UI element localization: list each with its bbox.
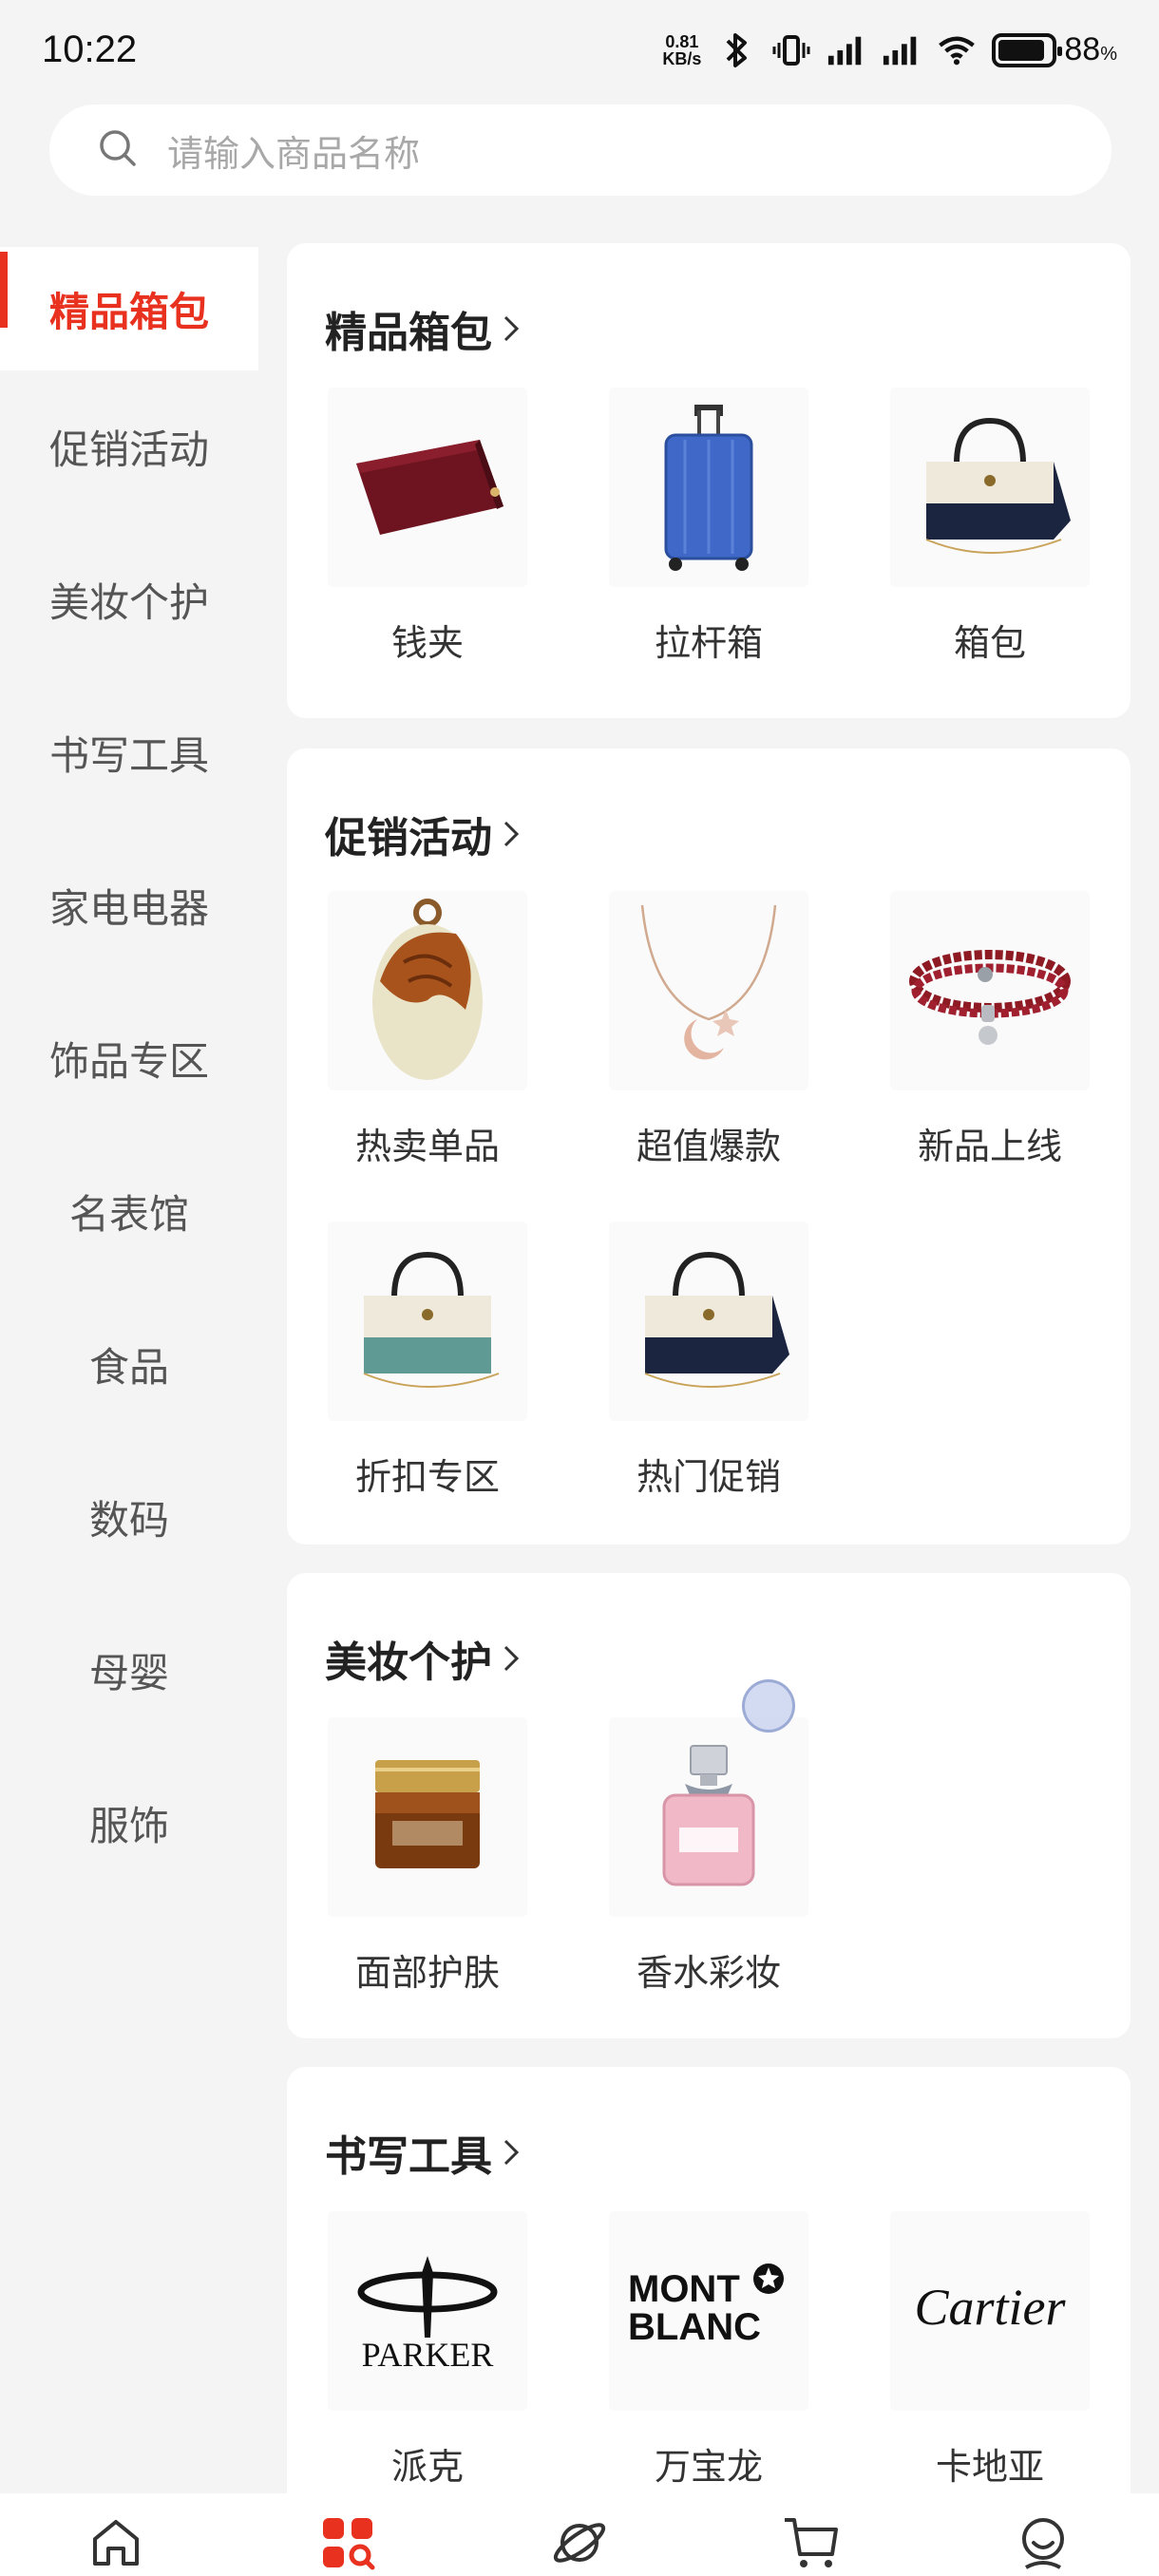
chevron-right-icon (504, 2139, 520, 2166)
status-time: 10:22 (42, 28, 138, 70)
section-card-bags: 精品箱包 钱夹 拉杆箱 箱包 (287, 243, 1130, 718)
section-card-promotions: 促销活动 热卖单品 超值爆款 新品上线 折扣专区 热门促销 (287, 748, 1130, 1544)
section-card-beauty: 美妆个护 面部护肤 香水彩妆 (287, 1573, 1130, 2038)
jade-pendant-image (328, 891, 527, 1090)
perfume-image (609, 1717, 808, 1917)
svg-text:Cartier: Cartier (914, 2279, 1066, 2336)
product-item-new-arrivals[interactable]: 新品上线 (849, 891, 1130, 1222)
sidebar-item-writing-tools[interactable]: 书写工具 (0, 676, 258, 829)
product-item-hot-promotion[interactable]: 热门促销 (568, 1222, 849, 1552)
signal-icon (882, 30, 922, 70)
section-title-writing-tools[interactable]: 书写工具 (325, 2122, 524, 2183)
nav-discover[interactable] (464, 2493, 695, 2576)
bracelet-image (890, 891, 1090, 1090)
signal-icon (826, 30, 866, 70)
sidebar-item-promotions[interactable]: 促销活动 (0, 370, 258, 523)
product-grid: 热卖单品 超值爆款 新品上线 折扣专区 热门促销 (287, 891, 1130, 1552)
handbag-navy-image (890, 388, 1090, 587)
battery-level (998, 39, 1044, 61)
network-speed-value: 0.81 (665, 31, 699, 51)
parker-logo: PARKER (328, 2211, 527, 2411)
sidebar-item-appliances[interactable]: 家电电器 (0, 829, 258, 982)
product-item-handbag[interactable]: 箱包 (849, 388, 1130, 718)
brand-item-cartier[interactable]: Cartier 卡地亚 (849, 2211, 1130, 2542)
svg-text:PARKER: PARKER (362, 2336, 494, 2374)
battery-indicator: 88% (992, 31, 1117, 68)
necklace-image (609, 891, 808, 1090)
sidebar-item-food[interactable]: 食品 (0, 1288, 258, 1441)
wallet-image (328, 388, 527, 587)
status-icons: 0.81 KB/s 88% (662, 30, 1117, 70)
product-item-discount-zone[interactable]: 折扣专区 (287, 1222, 568, 1552)
chevron-right-icon (504, 821, 520, 847)
product-item-skincare[interactable]: 面部护肤 (287, 1717, 568, 2048)
home-icon (93, 2520, 139, 2566)
search-placeholder: 请输入商品名称 (167, 132, 421, 175)
sidebar-item-beauty[interactable]: 美妆个护 (0, 523, 258, 676)
suitcase-image (609, 388, 808, 587)
sidebar-item-digital[interactable]: 数码 (0, 1441, 258, 1594)
category-sidebar: 精品箱包 促销活动 美妆个护 书写工具 家电电器 饰品专区 名表馆 食品 数码 … (0, 247, 258, 1900)
product-item-wallet[interactable]: 钱夹 (287, 388, 568, 718)
nav-home[interactable] (0, 2493, 232, 2576)
product-grid: 面部护肤 香水彩妆 (287, 1717, 1130, 2048)
nav-category[interactable] (232, 2493, 464, 2576)
section-title-bags[interactable]: 精品箱包 (325, 298, 524, 359)
sidebar-item-watches[interactable]: 名表馆 (0, 1135, 258, 1288)
product-item-value-hits[interactable]: 超值爆款 (568, 891, 849, 1222)
cartier-logo: Cartier (890, 2211, 1090, 2411)
sidebar-item-bags[interactable]: 精品箱包 (0, 247, 258, 370)
product-item-suitcase[interactable]: 拉杆箱 (568, 388, 849, 718)
nav-cart[interactable] (695, 2493, 927, 2576)
category-icon (323, 2518, 375, 2570)
vibrate-icon (771, 30, 811, 70)
sidebar-item-baby[interactable]: 母婴 (0, 1594, 258, 1747)
montblanc-logo: MONT BLANC (609, 2211, 808, 2411)
sidebar-item-jewelry[interactable]: 饰品专区 (0, 982, 258, 1135)
status-bar: 10:22 0.81 KB/s 88% (0, 0, 1159, 100)
network-speed: 0.81 KB/s (662, 33, 701, 67)
touch-indicator (742, 1679, 795, 1733)
bluetooth-icon (716, 30, 756, 70)
handbag-teal-image (328, 1222, 527, 1421)
brand-item-montblanc[interactable]: MONT BLANC 万宝龙 (568, 2211, 849, 2542)
bottom-navigation (0, 2493, 1159, 2576)
chevron-right-icon (504, 1645, 520, 1672)
svg-text:MONT: MONT (628, 2268, 740, 2310)
svg-text:BLANC: BLANC (628, 2306, 761, 2348)
sidebar-item-apparel[interactable]: 服饰 (0, 1747, 258, 1900)
wifi-icon (937, 30, 977, 70)
section-title-promotions[interactable]: 促销活动 (325, 804, 524, 864)
network-speed-unit: KB/s (662, 48, 702, 68)
brand-item-parker[interactable]: PARKER 派克 (287, 2211, 568, 2542)
product-item-hot-single[interactable]: 热卖单品 (287, 891, 568, 1222)
search-icon (95, 125, 141, 175)
product-grid: PARKER 派克 MONT BLANC 万宝龙 Cartier 卡地亚 (287, 2211, 1130, 2542)
battery-percent: 88% (1064, 31, 1117, 67)
handbag-navy-image (609, 1222, 808, 1421)
battery-icon (992, 32, 1063, 67)
planet-icon (553, 2523, 606, 2563)
search-input[interactable]: 请输入商品名称 (49, 104, 1112, 196)
serum-jar-image (328, 1717, 527, 1917)
section-card-writing-tools: 书写工具 PARKER 派克 MONT BLANC 万宝龙 Cartier 卡地亚 (287, 2067, 1130, 2561)
section-title-beauty[interactable]: 美妆个护 (325, 1628, 524, 1689)
chevron-right-icon (504, 315, 520, 342)
profile-icon (1022, 2518, 1064, 2569)
cart-icon (785, 2518, 838, 2567)
nav-profile[interactable] (927, 2493, 1159, 2576)
product-grid: 钱夹 拉杆箱 箱包 (287, 388, 1130, 718)
product-item-perfume[interactable]: 香水彩妆 (568, 1717, 849, 2048)
